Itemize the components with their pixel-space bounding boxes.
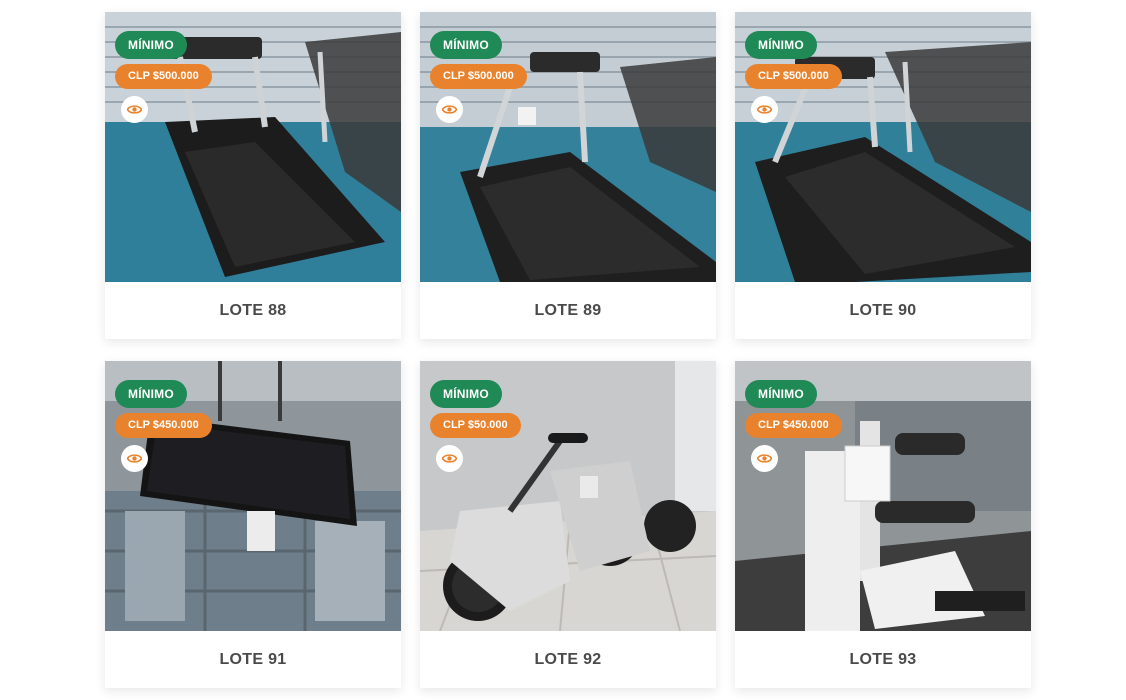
lot-card[interactable]: MÍNIMO CLP $500.000 LOTE 88 [105, 12, 401, 339]
lot-title[interactable]: LOTE 93 [735, 631, 1031, 688]
view-button[interactable] [436, 96, 463, 123]
view-button[interactable] [751, 445, 778, 472]
price-badge: CLP $50.000 [430, 413, 521, 438]
eye-icon [442, 105, 457, 114]
view-button[interactable] [436, 445, 463, 472]
eye-icon [127, 454, 142, 463]
lot-title[interactable]: LOTE 91 [105, 631, 401, 688]
lot-title[interactable]: LOTE 88 [105, 282, 401, 339]
price-badge: CLP $450.000 [115, 413, 212, 438]
lot-photo[interactable]: MÍNIMO CLP $500.000 [420, 12, 716, 282]
price-badge: CLP $500.000 [430, 64, 527, 89]
minimum-badge: MÍNIMO [430, 31, 502, 59]
lot-photo[interactable]: MÍNIMO CLP $450.000 [105, 361, 401, 631]
lots-grid: MÍNIMO CLP $500.000 LOTE 88 MÍNIMO CLP $… [105, 12, 1031, 688]
minimum-badge: MÍNIMO [430, 380, 502, 408]
eye-icon [757, 454, 772, 463]
minimum-badge: MÍNIMO [115, 380, 187, 408]
lot-photo[interactable]: MÍNIMO CLP $50.000 [420, 361, 716, 631]
view-button[interactable] [121, 445, 148, 472]
minimum-badge: MÍNIMO [115, 31, 187, 59]
lot-title[interactable]: LOTE 90 [735, 282, 1031, 339]
minimum-badge: MÍNIMO [745, 380, 817, 408]
lot-card[interactable]: MÍNIMO CLP $450.000 LOTE 91 [105, 361, 401, 688]
lot-card[interactable]: MÍNIMO CLP $450.000 LOTE 93 [735, 361, 1031, 688]
lot-photo[interactable]: MÍNIMO CLP $500.000 [105, 12, 401, 282]
lot-photo[interactable]: MÍNIMO CLP $450.000 [735, 361, 1031, 631]
lot-title[interactable]: LOTE 92 [420, 631, 716, 688]
lot-card[interactable]: MÍNIMO CLP $500.000 LOTE 89 [420, 12, 716, 339]
view-button[interactable] [751, 96, 778, 123]
eye-icon [127, 105, 142, 114]
price-badge: CLP $500.000 [115, 64, 212, 89]
lot-title[interactable]: LOTE 89 [420, 282, 716, 339]
eye-icon [442, 454, 457, 463]
price-badge: CLP $500.000 [745, 64, 842, 89]
lot-card[interactable]: MÍNIMO CLP $50.000 LOTE 92 [420, 361, 716, 688]
lot-photo[interactable]: MÍNIMO CLP $500.000 [735, 12, 1031, 282]
lot-card[interactable]: MÍNIMO CLP $500.000 LOTE 90 [735, 12, 1031, 339]
eye-icon [757, 105, 772, 114]
price-badge: CLP $450.000 [745, 413, 842, 438]
minimum-badge: MÍNIMO [745, 31, 817, 59]
view-button[interactable] [121, 96, 148, 123]
